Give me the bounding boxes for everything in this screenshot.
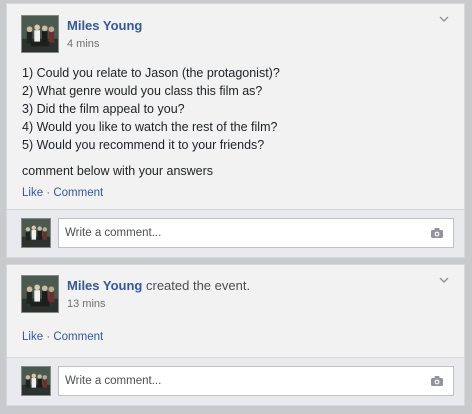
comment-input[interactable]: Write a comment... xyxy=(58,366,454,396)
avatar xyxy=(21,366,51,396)
question-3: 3) Did the film appeal to you? xyxy=(22,102,185,116)
comment-placeholder: Write a comment... xyxy=(65,375,162,387)
comment-area: Write a comment... xyxy=(7,209,464,257)
post-actions: Like · Comment xyxy=(22,187,103,199)
camera-icon[interactable] xyxy=(430,227,444,239)
author-action: created the event. xyxy=(145,278,251,293)
comment-link[interactable]: Comment xyxy=(53,331,103,343)
event-post: Miles Young 4 mins 1) Could you relate t… xyxy=(6,3,465,258)
comment-placeholder: Write a comment... xyxy=(65,227,162,239)
separator: · xyxy=(46,331,51,343)
like-link[interactable]: Like xyxy=(22,187,43,199)
post-actions: Like · Comment xyxy=(22,331,103,343)
post-body: 1) Could you relate to Jason (the protag… xyxy=(22,64,442,180)
chevron-down-icon[interactable] xyxy=(438,14,450,24)
author-name-link[interactable]: Miles Young xyxy=(67,278,142,293)
question-2: 2) What genre would you class this film … xyxy=(22,84,263,98)
author-line: Miles Young created the event. xyxy=(67,278,250,293)
chevron-down-icon[interactable] xyxy=(438,275,450,285)
comment-area: Write a comment... xyxy=(7,357,464,405)
comment-link[interactable]: Comment xyxy=(53,187,103,199)
camera-icon[interactable] xyxy=(430,375,444,387)
avatar xyxy=(21,218,51,248)
question-5: 5) Would you recommend it to your friend… xyxy=(22,138,265,152)
timestamp[interactable]: 4 mins xyxy=(67,38,99,50)
timestamp[interactable]: 13 mins xyxy=(67,298,106,310)
question-4: 4) Would you like to watch the rest of t… xyxy=(22,120,278,134)
question-1: 1) Could you relate to Jason (the protag… xyxy=(22,66,280,80)
call-to-action: comment below with your answers xyxy=(22,164,214,178)
comment-input[interactable]: Write a comment... xyxy=(58,218,454,248)
avatar[interactable] xyxy=(21,15,59,53)
author-line: Miles Young xyxy=(67,18,142,33)
author-name-link[interactable]: Miles Young xyxy=(67,18,142,33)
avatar[interactable] xyxy=(21,275,59,313)
separator: · xyxy=(46,187,51,199)
like-link[interactable]: Like xyxy=(22,331,43,343)
event-post: Miles Young created the event. 13 mins L… xyxy=(6,264,465,406)
